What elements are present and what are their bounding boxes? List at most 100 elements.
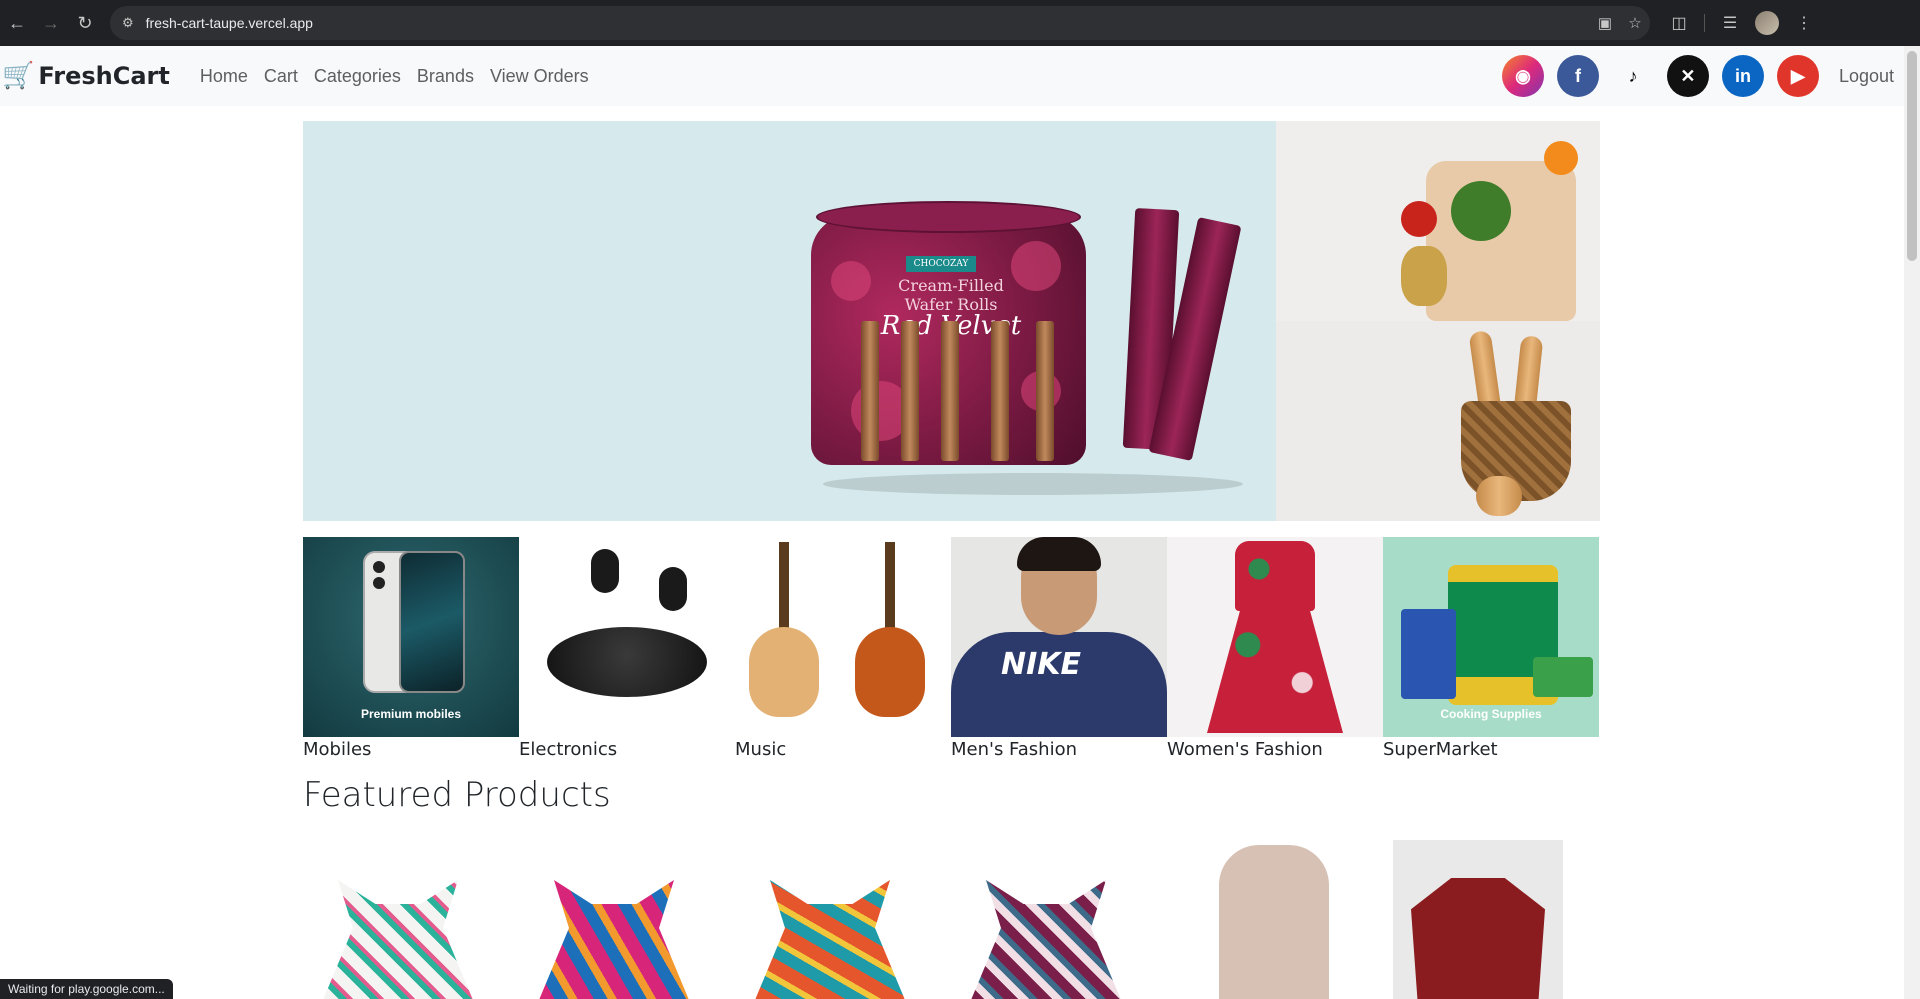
nav-link-categories[interactable]: Categories [314,66,401,87]
nav-link-view-orders[interactable]: View Orders [490,66,589,87]
category-image-electronics [519,537,735,737]
instagram-icon[interactable]: ◉ [1501,55,1544,97]
site-info-icon[interactable]: ⚙ [122,15,134,31]
product-image-scarf [323,880,473,999]
category-image-mens-fashion: NIKE [951,537,1167,737]
broccoli [1451,181,1511,241]
category-card[interactable]: Cooking Supplies SuperMarket [1383,537,1599,767]
url-text: fresh-cart-taupe.vercel.app [145,15,313,31]
nav-links: Home Cart Categories Brands View Orders [200,66,589,87]
cheese-pack [1533,657,1593,697]
social-links: ◉ f ♪ ✕ in ▶ [1501,55,1819,97]
category-name: Electronics [519,739,618,760]
guitar-body [749,627,819,717]
grocery-bag [1426,161,1576,321]
reload-icon[interactable]: ↻ [68,6,102,40]
bookmark-star-icon[interactable]: ☆ [1620,14,1650,32]
category-name: Mobiles [303,739,372,760]
product-card[interactable] [951,840,1167,999]
category-overlay-text: Cooking Supplies [1440,707,1542,721]
back-icon[interactable]: ← [0,6,34,40]
wafer-roll [861,321,879,461]
menu-kebab-icon[interactable]: ⋮ [1789,8,1819,38]
product-image-blouse [1411,878,1545,999]
product-image-long-scarf [1219,845,1329,999]
bread-roll [1476,476,1522,516]
browser-status-bar: Waiting for play.google.com... [0,979,173,999]
install-app-icon[interactable]: ▣ [1590,14,1620,32]
guitar [749,537,819,717]
product-image-scarf [971,880,1121,999]
tin-dot [831,261,871,301]
hero-slider: CHOCOZAY Cream-Filled Wafer Rolls Red Ve… [303,121,1600,521]
product-image-scarf [539,880,689,999]
model-hair [1017,537,1101,571]
category-image-mobiles: Premium mobiles [303,537,519,737]
extensions-icon[interactable]: ◫ [1664,8,1694,38]
nav-link-brands[interactable]: Brands [417,66,474,87]
category-card[interactable]: Music [735,537,951,767]
orange [1544,141,1578,175]
wafer-roll [901,321,919,461]
linkedin-icon[interactable]: in [1721,55,1764,97]
guitar-neck [779,542,789,632]
scrollbar-thumb[interactable] [1907,51,1917,261]
guitar-neck [885,542,895,632]
featured-products-heading: Featured Products [303,775,611,815]
logout-link[interactable]: Logout [1839,66,1894,87]
pineapple [1401,246,1447,306]
product-card[interactable] [735,840,951,999]
wafer-roll [1036,321,1054,461]
youtube-icon[interactable]: ▶ [1776,55,1819,97]
category-overlay-text: Premium mobiles [360,707,462,721]
dress-bodice [1235,541,1315,611]
tin-lid [816,201,1081,233]
product-card[interactable] [303,840,519,999]
site-navbar: 🛒 FreshCart Home Cart Categories Brands … [0,46,1904,106]
category-image-womens-fashion [1167,537,1383,737]
nav-link-cart[interactable]: Cart [264,66,298,87]
category-card[interactable]: Electronics [519,537,735,767]
toolbar-divider [1704,14,1705,32]
category-card[interactable]: Premium mobiles Mobiles [303,537,519,767]
pasta-pack [1401,609,1456,699]
guitar [855,537,925,717]
media-controls-icon[interactable]: ☰ [1715,8,1745,38]
cart-logo-icon: 🛒 [2,61,35,91]
wafer-roll [941,321,959,461]
wafer-tin-image: CHOCOZAY Cream-Filled Wafer Rolls Red Ve… [811,201,1086,471]
wafer-roll [991,321,1009,461]
profile-avatar[interactable] [1755,11,1779,35]
product-image-scarf [755,880,905,999]
product-card[interactable] [519,840,735,999]
brand-name: FreshCart [38,62,170,90]
product-card[interactable] [1167,840,1383,999]
nike-logo: NIKE [1001,647,1082,682]
product-shadow [823,473,1243,495]
category-name: Women's Fashion [1167,739,1323,760]
tiktok-icon[interactable]: ♪ [1611,55,1654,97]
bread-basket-image [1276,321,1600,521]
hero-side-images [1276,121,1600,521]
address-bar[interactable]: ⚙ fresh-cart-taupe.vercel.app ▣ ☆ [110,6,1650,40]
earbud [659,567,687,611]
product-card[interactable] [1383,840,1599,999]
phone-front [399,551,465,693]
tin-subtitle-label: Cream-Filled Wafer Rolls [898,276,1004,314]
forward-icon[interactable]: → [34,6,68,40]
hero-main-slide[interactable]: CHOCOZAY Cream-Filled Wafer Rolls Red Ve… [303,121,1276,521]
earbuds-case [547,627,707,697]
category-name: Men's Fashion [951,739,1077,760]
x-icon[interactable]: ✕ [1666,55,1709,97]
nav-link-home[interactable]: Home [200,66,248,87]
tomato [1401,201,1437,237]
category-card[interactable]: NIKE Men's Fashion [951,537,1167,767]
dress-skirt [1207,607,1343,733]
browser-toolbar: ← → ↻ ⚙ fresh-cart-taupe.vercel.app ▣ ☆ … [0,0,1920,46]
facebook-icon[interactable]: f [1556,55,1599,97]
page-scrollbar[interactable] [1904,46,1920,999]
brand-logo[interactable]: 🛒 FreshCart [2,61,170,91]
category-name: SuperMarket [1383,739,1498,760]
tin-brand-label: CHOCOZAY [906,256,976,272]
category-card[interactable]: Women's Fashion [1167,537,1383,767]
